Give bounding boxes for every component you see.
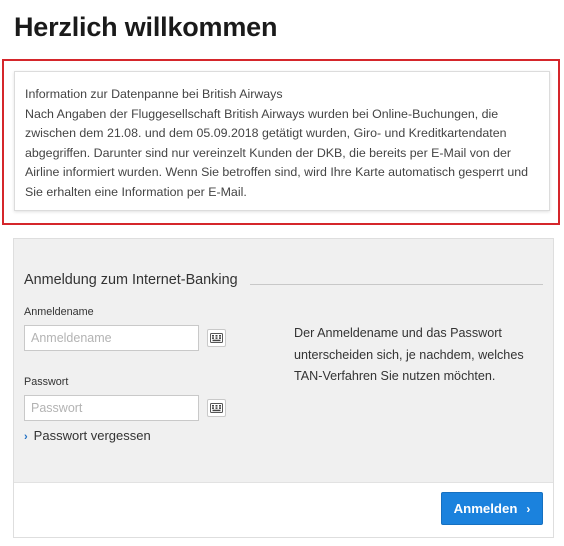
data-breach-notice: Information zur Datenpanne bei British A… xyxy=(14,71,550,211)
virtual-keyboard-icon xyxy=(210,403,223,413)
notice-heading: Information zur Datenpanne bei British A… xyxy=(25,87,283,101)
chevron-right-icon: › xyxy=(526,501,531,516)
password-label: Passwort xyxy=(24,376,69,388)
login-panel: Anmeldung zum Internet-Banking Anmeldena… xyxy=(13,238,554,538)
login-help-text: Der Anmeldename und das Passwort untersc… xyxy=(294,326,524,383)
chevron-right-icon: › xyxy=(24,431,28,443)
forgot-password-label: Passwort vergessen xyxy=(33,428,151,443)
forgot-password-link[interactable]: › Passwort vergessen xyxy=(24,428,151,443)
page-title: Herzlich willkommen xyxy=(14,12,278,42)
username-input[interactable] xyxy=(24,325,199,351)
password-keyboard-button[interactable] xyxy=(207,399,226,417)
login-heading: Anmeldung zum Internet-Banking xyxy=(24,272,238,288)
notice-body: Nach Angaben der Fluggesellschaft Britis… xyxy=(25,106,528,199)
notice-highlight-frame: Information zur Datenpanne bei British A… xyxy=(2,59,560,225)
login-submit-label: Anmelden xyxy=(453,501,518,516)
login-submit-button[interactable]: Anmelden › xyxy=(441,492,543,525)
username-keyboard-button[interactable] xyxy=(207,329,226,347)
virtual-keyboard-icon xyxy=(210,333,223,343)
login-footer: Anmelden › xyxy=(14,482,553,537)
heading-divider xyxy=(250,284,543,285)
password-input[interactable] xyxy=(24,395,199,421)
username-label: Anmeldename xyxy=(24,306,94,318)
